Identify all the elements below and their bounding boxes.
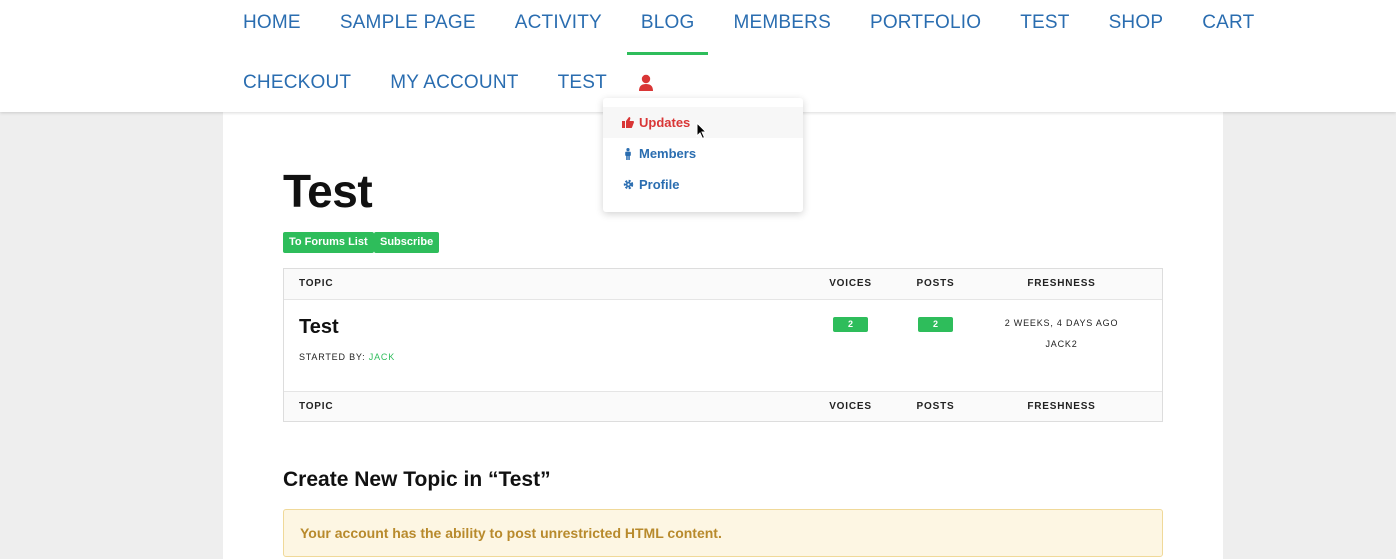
dropdown-item-label: Members bbox=[639, 146, 697, 161]
nav-item-my-account[interactable]: MY ACCOUNT bbox=[390, 60, 518, 106]
freshness-link[interactable]: 2 weeks, 4 days ago bbox=[984, 318, 1139, 328]
dropdown-item-profile[interactable]: Profile bbox=[603, 169, 803, 200]
header-topic: Topic bbox=[299, 278, 334, 289]
thumbs-up-icon bbox=[622, 117, 634, 129]
html-permission-notice: Your account has the ability to post unr… bbox=[283, 509, 1163, 557]
footer-voices: Voices bbox=[829, 401, 872, 412]
header-freshness: Freshness bbox=[1027, 278, 1096, 289]
started-by-label: Started by: bbox=[299, 352, 366, 362]
nav-item-members[interactable]: MEMBERS bbox=[733, 0, 830, 46]
create-topic-heading: Create New Topic in “Test” bbox=[283, 468, 551, 491]
header-posts: Posts bbox=[916, 278, 955, 289]
table-header: Topic Voices Posts Freshness bbox=[284, 269, 1162, 300]
nav-item-shop[interactable]: SHOP bbox=[1109, 0, 1164, 46]
dropdown-item-label: Updates bbox=[639, 115, 691, 130]
topic-author-link[interactable]: jack bbox=[369, 352, 395, 362]
nav-row-secondary: CHECKOUT MY ACCOUNT TEST bbox=[243, 60, 654, 106]
nav-item-home[interactable]: HOME bbox=[243, 0, 301, 46]
table-footer: Topic Voices Posts Freshness bbox=[284, 391, 1162, 421]
header-voices: Voices bbox=[829, 278, 872, 289]
gear-icon bbox=[622, 179, 634, 191]
footer-topic: Topic bbox=[299, 401, 334, 412]
nav-item-portfolio[interactable]: PORTFOLIO bbox=[870, 0, 981, 46]
dropdown-item-label: Profile bbox=[639, 177, 680, 192]
voices-count-badge: 2 bbox=[833, 317, 868, 332]
subscribe-button[interactable]: Subscribe bbox=[374, 232, 440, 253]
nav-row-primary: HOME SAMPLE PAGE ACTIVITY BLOG MEMBERS P… bbox=[243, 0, 1293, 55]
posts-count-badge: 2 bbox=[918, 317, 953, 332]
nav-item-sample-page[interactable]: SAMPLE PAGE bbox=[340, 0, 476, 46]
user-dropdown-menu: Updates Members Profile bbox=[603, 98, 803, 212]
page-title: Test bbox=[283, 165, 373, 217]
footer-posts: Posts bbox=[916, 401, 955, 412]
last-poster-link[interactable]: jack2 bbox=[984, 339, 1139, 349]
footer-freshness: Freshness bbox=[1027, 401, 1096, 412]
topic-title-link[interactable]: Test bbox=[299, 316, 339, 339]
topic-started-by: Started by: jack bbox=[299, 352, 395, 362]
nav-item-activity[interactable]: ACTIVITY bbox=[515, 0, 602, 46]
nav-item-checkout[interactable]: CHECKOUT bbox=[243, 60, 351, 106]
user-icon[interactable] bbox=[638, 74, 654, 92]
nav-item-test-2[interactable]: TEST bbox=[558, 60, 607, 106]
nav-item-test[interactable]: TEST bbox=[1020, 0, 1069, 46]
to-forums-list-button[interactable]: To Forums List bbox=[283, 232, 374, 253]
person-icon bbox=[622, 147, 634, 160]
mouse-cursor-icon bbox=[696, 121, 708, 145]
nav-item-cart[interactable]: CART bbox=[1202, 0, 1254, 46]
topics-table: Topic Voices Posts Freshness Test Starte… bbox=[283, 268, 1163, 422]
top-navigation: HOME SAMPLE PAGE ACTIVITY BLOG MEMBERS P… bbox=[0, 0, 1396, 112]
nav-item-blog[interactable]: BLOG bbox=[626, 0, 708, 55]
table-row: Test Started by: jack 2 2 2 weeks, 4 day… bbox=[284, 300, 1162, 391]
